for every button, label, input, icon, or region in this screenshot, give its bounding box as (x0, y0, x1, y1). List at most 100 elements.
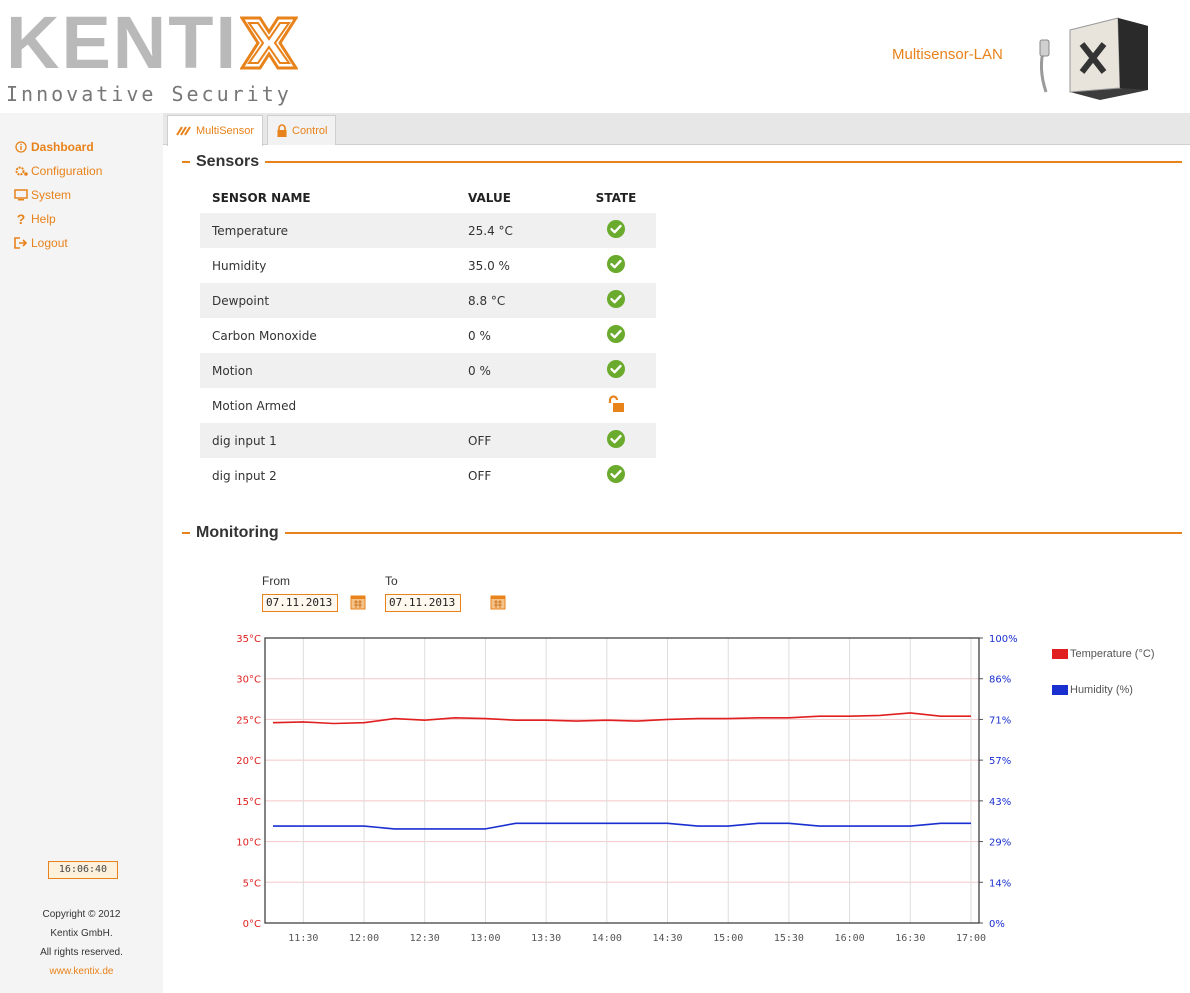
to-date-input[interactable]: 07.11.2013 (385, 594, 461, 612)
y-left-tick-label: 30°C (236, 675, 261, 686)
sensor-value (468, 388, 576, 423)
sidebar-item-label: Help (31, 212, 56, 226)
sensor-name: Motion (200, 353, 468, 388)
logo-wordmark: KENTI (6, 1, 238, 84)
from-calendar-icon[interactable] (350, 594, 366, 610)
copyright-line: Copyright © 2012 (42, 909, 121, 920)
tab-label: MultiSensor (196, 125, 255, 137)
table-row: Carbon Monoxide 0 % (200, 318, 656, 353)
logout-icon (14, 236, 28, 250)
sidebar-item-label: Logout (31, 236, 68, 250)
y-left-tick-label: 10°C (236, 838, 261, 849)
tab-control[interactable]: Control (267, 115, 337, 145)
sensor-name: Dewpoint (200, 283, 468, 318)
sidebar-item-label: Dashboard (31, 140, 94, 154)
sensor-state (576, 388, 656, 423)
section-title: Sensors (196, 153, 260, 170)
sensors-section-header: Sensors (182, 150, 1182, 174)
from-date-input[interactable]: 07.11.2013 (262, 594, 338, 612)
section-rule (265, 161, 1182, 163)
x-tick-label: 16:00 (835, 933, 865, 944)
check-circle-icon (607, 220, 625, 238)
table-header-row: SENSOR NAME VALUE STATE (200, 183, 656, 213)
sidebar-item-configuration[interactable]: Configuration (14, 159, 102, 183)
logo-x-icon (239, 14, 299, 76)
sensor-name: Carbon Monoxide (212, 328, 317, 343)
lock-icon (276, 123, 288, 138)
tab-multisensor[interactable]: MultiSensor (167, 115, 264, 146)
sensor-value: 8.8 °C (468, 283, 576, 318)
table-row: Humidity 35.0 % (200, 248, 656, 283)
sensors-table-body: Temperature 25.4 °C Humidity 35.0 % Dewpoint… (200, 213, 656, 493)
table-row: dig input 2 OFF (200, 458, 656, 493)
sensor-value: 0 % (468, 353, 576, 388)
sensor-state (576, 213, 656, 248)
check-circle-icon (607, 255, 625, 273)
to-calendar-icon[interactable] (490, 594, 506, 610)
sensor-state (576, 423, 656, 458)
question-icon: ? (16, 211, 26, 227)
x-tick-label: 16:30 (895, 933, 925, 944)
x-tick-label: 13:00 (470, 933, 500, 944)
sensors-table: SENSOR NAME VALUE STATE Temperature 25.4 … (200, 183, 656, 493)
table-row: Dewpoint 8.8 °C (200, 283, 656, 318)
y-left-tick-label: 35°C (236, 634, 261, 645)
legend-swatch (1052, 685, 1068, 695)
column-header: SENSOR NAME (212, 191, 311, 205)
series-line-humidity (273, 822, 971, 830)
sensor-name: dig input 1 (200, 423, 468, 458)
tab-bar: MultiSensor Control (163, 113, 1190, 146)
sidebar-item-label: System (31, 188, 72, 202)
x-tick-label: 15:00 (713, 933, 743, 944)
unlocked-icon (608, 395, 624, 412)
copyright-block: Copyright © 2012 Kentix GmbH. All rights… (0, 905, 163, 981)
wave-icon (176, 125, 192, 137)
y-right-tick-label: 14% (989, 878, 1011, 889)
logo-tagline: Innovative Security (6, 82, 292, 106)
table-row: Temperature 25.4 °C (200, 213, 656, 248)
section-dash (182, 532, 190, 534)
y-right-tick-label: 86% (989, 675, 1011, 686)
sidebar-item-help[interactable]: ? Help (14, 207, 102, 231)
check-circle-icon (607, 325, 625, 343)
to-label: To (385, 574, 398, 588)
from-label: From (262, 574, 290, 588)
x-tick-label: 15:30 (774, 933, 804, 944)
x-tick-label: 12:30 (410, 933, 440, 944)
sensor-state (576, 318, 656, 353)
kentix-logo: KENTI Innovative Security (6, 6, 299, 106)
x-tick-label: 14:30 (652, 933, 682, 944)
y-right-tick-label: 57% (989, 756, 1011, 767)
column-header: VALUE (468, 191, 511, 205)
legend-item-humidity: Humidity (%) (1052, 684, 1133, 696)
x-tick-label: 11:30 (288, 933, 318, 944)
y-left-tick-label: 15°C (236, 797, 261, 808)
section-rule (284, 532, 1182, 534)
x-tick-label: 12:00 (349, 933, 379, 944)
sidebar-item-system[interactable]: System (14, 183, 102, 207)
sidebar-item-logout[interactable]: Logout (14, 231, 102, 255)
check-circle-icon (607, 360, 625, 378)
gears-icon (14, 164, 28, 178)
legend-item-temperature: Temperature (°C) (1052, 648, 1154, 660)
sensor-state (576, 283, 656, 318)
sidebar-item-dashboard[interactable]: Dashboard (14, 135, 102, 159)
sensor-value: OFF (468, 423, 576, 458)
check-circle-icon (607, 430, 625, 448)
series-line-temperature (272, 712, 971, 725)
legend-swatch (1052, 649, 1068, 659)
column-header: STATE (595, 191, 637, 205)
y-left-tick-label: 25°C (236, 715, 261, 726)
website-link[interactable]: www.kentix.de (0, 962, 163, 981)
sensor-value: OFF (468, 468, 492, 483)
x-tick-label: 17:00 (956, 933, 986, 944)
legend-label: Humidity (%) (1070, 684, 1133, 696)
sensor-state (576, 353, 656, 388)
plot-frame (264, 637, 980, 924)
y-right-tick-label: 100% (989, 634, 1018, 645)
y-right-tick-label: 71% (989, 715, 1011, 726)
sensor-name: dig input 2 (212, 468, 277, 483)
y-left-tick-label: 0°C (243, 919, 261, 930)
y-right-tick-label: 29% (989, 838, 1011, 849)
sensor-name: Temperature (200, 213, 468, 248)
